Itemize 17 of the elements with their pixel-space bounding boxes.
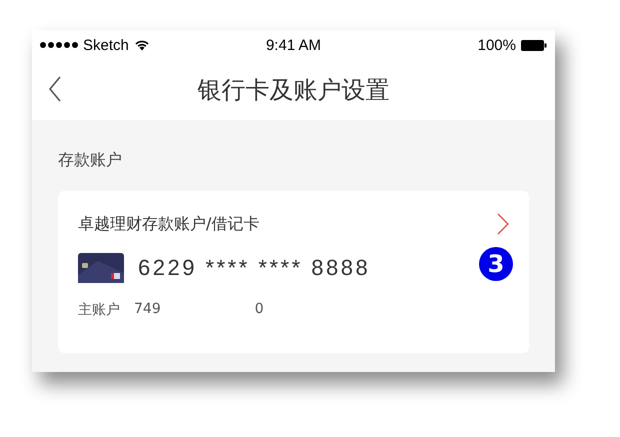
signal-icon (40, 42, 78, 48)
carrier-name: Sketch (83, 36, 129, 54)
wifi-icon (134, 39, 150, 51)
card-number: 6229 **** **** 8888 (138, 255, 370, 281)
section-title: 存款账户 (58, 149, 123, 171)
back-button[interactable] (48, 76, 62, 102)
page-title: 银行卡及账户设置 (198, 75, 390, 106)
status-time: 9:41 AM (266, 36, 322, 54)
account-number: 749 (134, 301, 161, 319)
account-name: 卓越理财存款账户/借记卡 (78, 214, 260, 234)
number-badge: 3 (479, 247, 513, 281)
main-account-label: 主账户 (78, 301, 120, 319)
chevron-right-icon (497, 213, 509, 235)
battery-percent: 100% (478, 36, 516, 54)
battery-icon (520, 40, 547, 50)
bank-card-icon (78, 253, 124, 283)
account-number: 0 (254, 301, 264, 319)
